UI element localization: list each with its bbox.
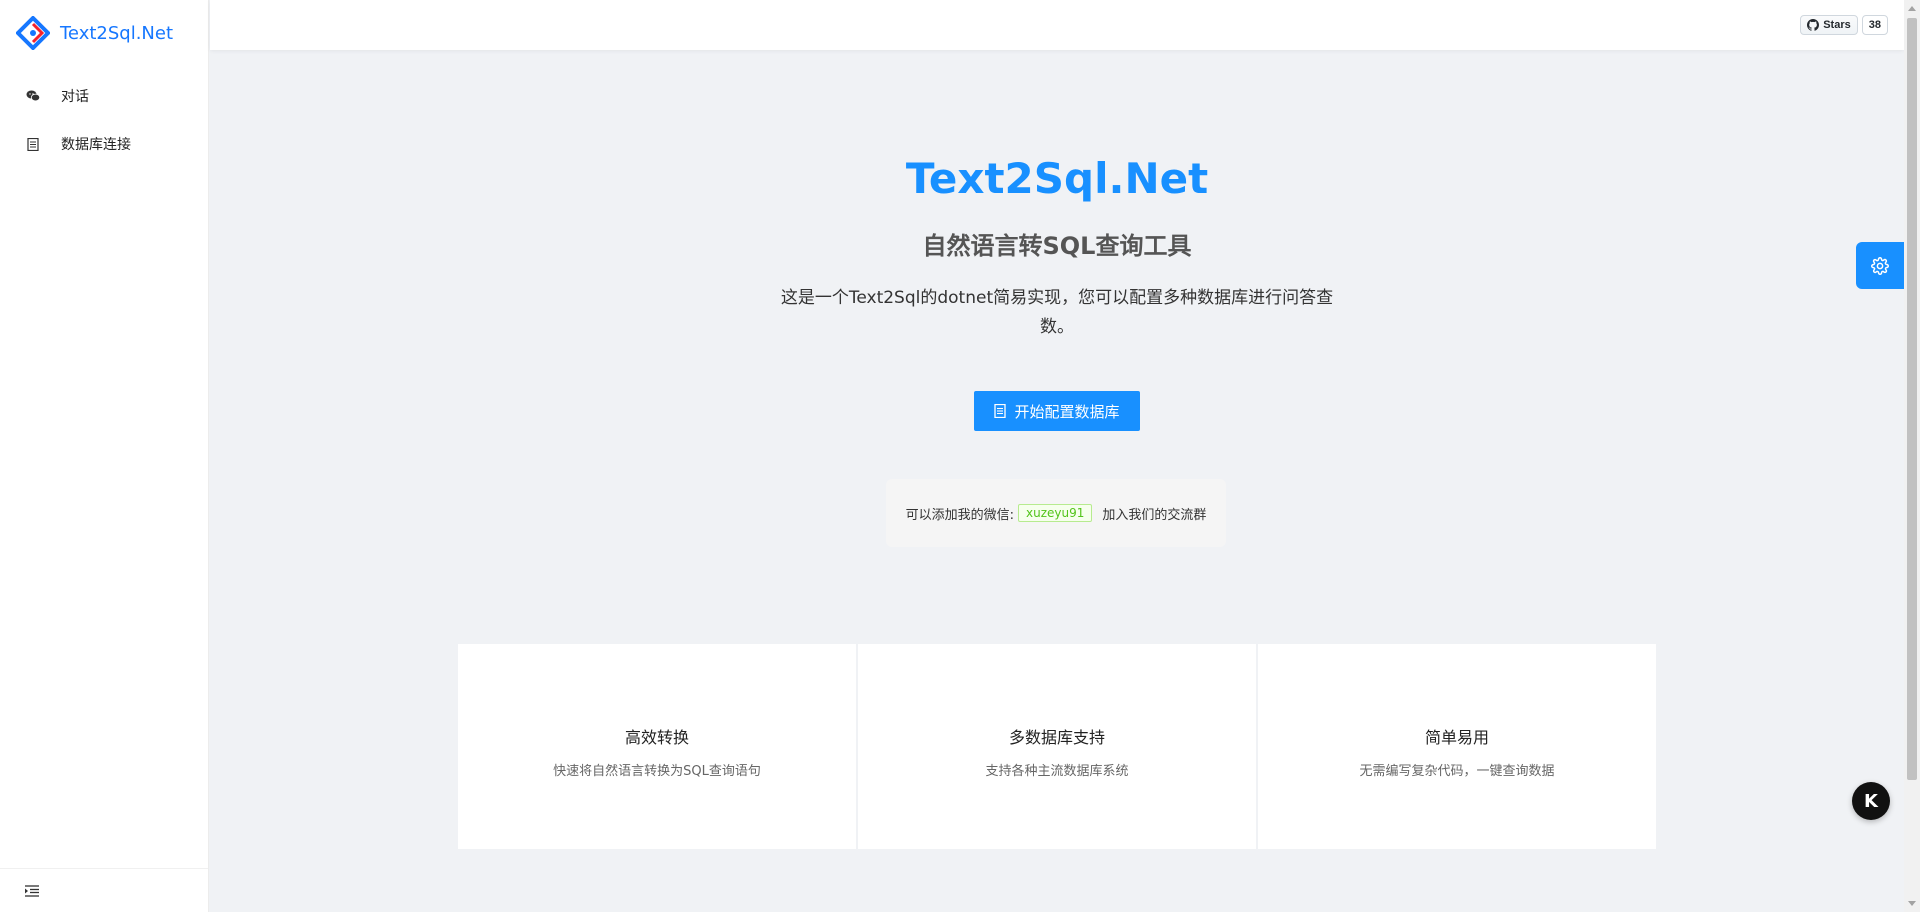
feature-card: 高效转换 快速将自然语言转换为SQL查询语句	[458, 644, 856, 849]
settings-button[interactable]	[1856, 242, 1904, 289]
sidebar-menu: 对话 数据库连接	[0, 72, 208, 168]
vertical-scrollbar[interactable]	[1904, 0, 1920, 912]
feature-title: 简单易用	[1424, 728, 1489, 747]
github-stars-count[interactable]: 38	[1861, 15, 1888, 35]
database-icon	[25, 136, 41, 152]
database-icon	[994, 404, 1007, 418]
feature-description: 支持各种主流数据库系统	[985, 764, 1129, 779]
feature-card: 简单易用 无需编写复杂代码，一键查询数据	[1258, 644, 1656, 849]
features-section: 高效转换 快速将自然语言转换为SQL查询语句 多数据库支持 支持各种主流数据库系…	[458, 644, 1656, 849]
sidebar-item-chat[interactable]: 对话	[0, 72, 208, 120]
sidebar-item-database[interactable]: 数据库连接	[0, 120, 208, 168]
hero-title: Text2Sql.Net	[905, 154, 1209, 203]
wechat-id-tag: xuzeyu91	[1018, 504, 1093, 522]
feature-card: 多数据库支持 支持各种主流数据库系统	[858, 644, 1256, 849]
feature-title: 高效转换	[624, 728, 689, 747]
scroll-down-icon[interactable]	[1908, 901, 1916, 906]
cta-label: 开始配置数据库	[1014, 402, 1120, 421]
wechat-icon	[25, 88, 41, 104]
feature-description: 快速将自然语言转换为SQL查询语句	[553, 764, 761, 779]
wechat-contact-card: 可以添加我的微信: xuzeyu91 加入我们的交流群	[886, 479, 1226, 547]
hero-subtitle: 自然语言转SQL查询工具	[922, 232, 1192, 260]
chat-assistant-button[interactable]: K	[1852, 782, 1890, 820]
logo-icon	[16, 16, 50, 50]
scrollbar-thumb[interactable]	[1907, 18, 1917, 780]
github-stars-label: Stars	[1823, 19, 1851, 31]
sidebar: Text2Sql.Net 对话 数据库连接	[0, 0, 209, 912]
feature-title: 多数据库支持	[1008, 728, 1105, 747]
github-stars-widget[interactable]: Stars 38	[1800, 15, 1888, 35]
top-header: Stars 38	[210, 0, 1904, 50]
sidebar-item-label: 数据库连接	[61, 137, 131, 153]
menu-fold-icon	[25, 884, 39, 897]
github-icon	[1807, 19, 1820, 31]
scroll-up-icon[interactable]	[1908, 6, 1916, 11]
app-window: Text2Sql.Net 对话 数据库连接 Stars 38 Text2Sql.…	[0, 0, 1920, 912]
main-content: Text2Sql.Net 自然语言转SQL查询工具 这是一个Text2Sql的d…	[210, 50, 1904, 912]
gear-icon	[1871, 256, 1889, 275]
wechat-suffix: 加入我们的交流群	[1102, 507, 1207, 523]
logo[interactable]: Text2Sql.Net	[0, 0, 208, 66]
configure-database-button[interactable]: 开始配置数据库	[974, 391, 1140, 431]
brand-name: Text2Sql.Net	[60, 22, 174, 44]
chat-assistant-label: K	[1864, 790, 1878, 812]
hero-description: 这是一个Text2Sql的dotnet简易实现，您可以配置多种数据库进行问答查数…	[780, 288, 1334, 337]
github-stars-button[interactable]: Stars	[1800, 15, 1858, 35]
wechat-prefix: 可以添加我的微信:	[905, 507, 1014, 523]
feature-description: 无需编写复杂代码，一键查询数据	[1359, 764, 1555, 779]
sidebar-item-label: 对话	[61, 89, 89, 105]
sidebar-collapse-button[interactable]	[0, 868, 208, 912]
